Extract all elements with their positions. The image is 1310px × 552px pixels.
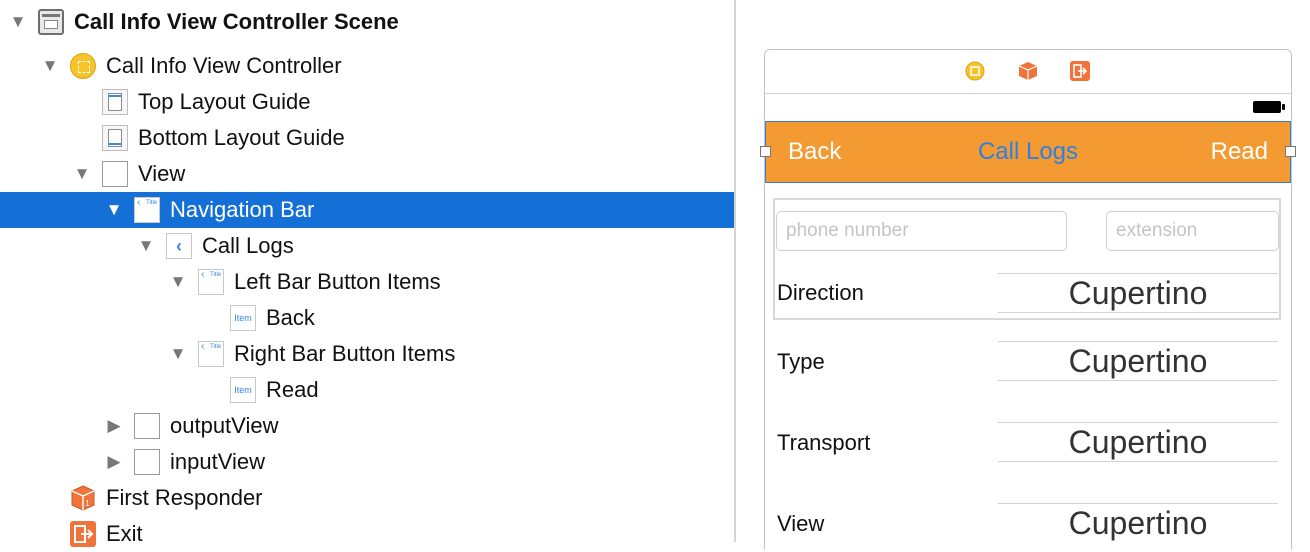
right-bar-button-items-label: Right Bar Button Items <box>234 341 456 366</box>
input-view-label: inputView <box>170 449 265 474</box>
disclosure-expanded-icon[interactable]: ▼ <box>40 48 60 84</box>
top-layout-guide-icon <box>102 89 128 115</box>
direction-picker[interactable]: Cupertino <box>998 273 1278 313</box>
view-controller-dock-icon[interactable] <box>965 61 985 81</box>
outline-row-output-view[interactable]: ▶ outputView <box>0 408 734 444</box>
outline-row-left-bar-button-items[interactable]: ▼ ‹ Title Left Bar Button Items <box>0 264 734 300</box>
view-label: View <box>138 161 186 186</box>
outline-row-scene[interactable]: ▼ Call Info View Controller Scene <box>0 4 734 40</box>
scene-icon <box>38 9 64 35</box>
view-icon <box>134 449 160 475</box>
scene-title: Call Info View Controller Scene <box>74 9 399 34</box>
scene-dock <box>765 50 1291 94</box>
view-icon <box>134 413 160 439</box>
outline-row-first-responder[interactable]: 1 First Responder <box>0 480 734 516</box>
first-responder-dock-icon[interactable] <box>1018 61 1038 81</box>
resize-handle-right[interactable] <box>1285 146 1296 157</box>
status-bar <box>765 94 1291 120</box>
left-bar-button-items-label: Left Bar Button Items <box>234 269 441 294</box>
exit-label: Exit <box>106 521 143 546</box>
top-layout-guide-label: Top Layout Guide <box>138 89 311 114</box>
navigation-bar-label: Navigation Bar <box>170 197 315 222</box>
view-controller-icon <box>70 53 96 79</box>
exit-icon <box>70 521 96 547</box>
phone-number-field[interactable]: phone number <box>776 211 1067 251</box>
navigation-bar[interactable]: Call Logs Back Read <box>760 121 1296 183</box>
back-item-label: Back <box>266 305 315 330</box>
first-responder-cube-icon: 1 <box>70 485 96 511</box>
type-label: Type <box>777 349 825 374</box>
disclosure-expanded-icon[interactable]: ▼ <box>136 228 156 264</box>
disclosure-expanded-icon[interactable]: ▼ <box>104 192 124 228</box>
disclosure-expanded-icon[interactable]: ▼ <box>8 4 28 40</box>
bottom-layout-guide-label: Bottom Layout Guide <box>138 125 345 150</box>
outline-row-back-item[interactable]: Item Back <box>0 300 734 336</box>
outline-row-view[interactable]: ▼ View <box>0 156 734 192</box>
type-picker-value: Cupertino <box>1068 343 1208 379</box>
read-item-label: Read <box>266 377 319 402</box>
outline-row-navigation-bar[interactable]: ▼ ‹ Title Navigation Bar <box>0 192 734 228</box>
navigation-item-back-chevron-icon: ‹ <box>166 233 192 259</box>
view-picker[interactable]: Cupertino <box>998 503 1278 543</box>
call-logs-label: Call Logs <box>202 233 294 258</box>
exit-dock-icon[interactable] <box>1070 61 1090 81</box>
type-picker[interactable]: Cupertino <box>998 341 1278 381</box>
disclosure-expanded-icon[interactable]: ▼ <box>168 264 188 300</box>
outline-row-top-layout-guide[interactable]: Top Layout Guide <box>0 84 734 120</box>
view-row-label: View <box>777 511 825 536</box>
storyboard-canvas: Call Logs Back Read phone number extensi… <box>736 0 1310 550</box>
bottom-layout-guide-icon <box>102 125 128 151</box>
transport-picker-value: Cupertino <box>1068 424 1208 460</box>
outline-row-right-bar-button-items[interactable]: ▼ ‹ Title Right Bar Button Items <box>0 336 734 372</box>
transport-label: Transport <box>777 430 871 455</box>
outline-row-read-item[interactable]: Item Read <box>0 372 734 408</box>
first-responder-label: First Responder <box>106 485 263 510</box>
transport-picker[interactable]: Cupertino <box>998 422 1278 462</box>
outline-row-call-logs[interactable]: ▼ ‹ Call Logs <box>0 228 734 264</box>
disclosure-collapsed-icon[interactable]: ▶ <box>104 408 124 444</box>
outline-row-exit[interactable]: Exit <box>0 516 734 552</box>
navigation-bar-icon: ‹ Title <box>134 197 160 223</box>
extension-field[interactable]: extension <box>1106 211 1279 251</box>
view-controller-label: Call Info View Controller <box>106 53 342 78</box>
outline-row-view-controller[interactable]: ▼ Call Info View Controller <box>0 48 734 84</box>
direction-label: Direction <box>777 280 864 305</box>
bar-button-items-icon: ‹ Title <box>198 269 224 295</box>
bar-button-items-icon: ‹ Title <box>198 341 224 367</box>
svg-text:1: 1 <box>85 499 90 508</box>
disclosure-expanded-icon[interactable]: ▼ <box>72 156 92 192</box>
disclosure-expanded-icon[interactable]: ▼ <box>168 336 188 372</box>
scene-frame[interactable]: Call Logs Back Read phone number extensi… <box>760 49 1296 550</box>
battery-icon <box>1253 101 1285 113</box>
view-icon <box>102 161 128 187</box>
bar-button-item-icon: Item <box>230 305 256 331</box>
outline-row-input-view[interactable]: ▶ inputView <box>0 444 734 480</box>
output-view-label: outputView <box>170 413 279 438</box>
navbar-back-button[interactable]: Back <box>788 122 841 182</box>
view-picker-value: Cupertino <box>1068 505 1208 541</box>
disclosure-collapsed-icon[interactable]: ▶ <box>104 444 124 480</box>
document-outline: ▼ Call Info View Controller Scene ▼ Call… <box>0 0 734 547</box>
bar-button-item-icon: Item <box>230 377 256 403</box>
navbar-read-button[interactable]: Read <box>1211 122 1268 182</box>
direction-picker-value: Cupertino <box>1068 275 1208 311</box>
outline-row-bottom-layout-guide[interactable]: Bottom Layout Guide <box>0 120 734 156</box>
